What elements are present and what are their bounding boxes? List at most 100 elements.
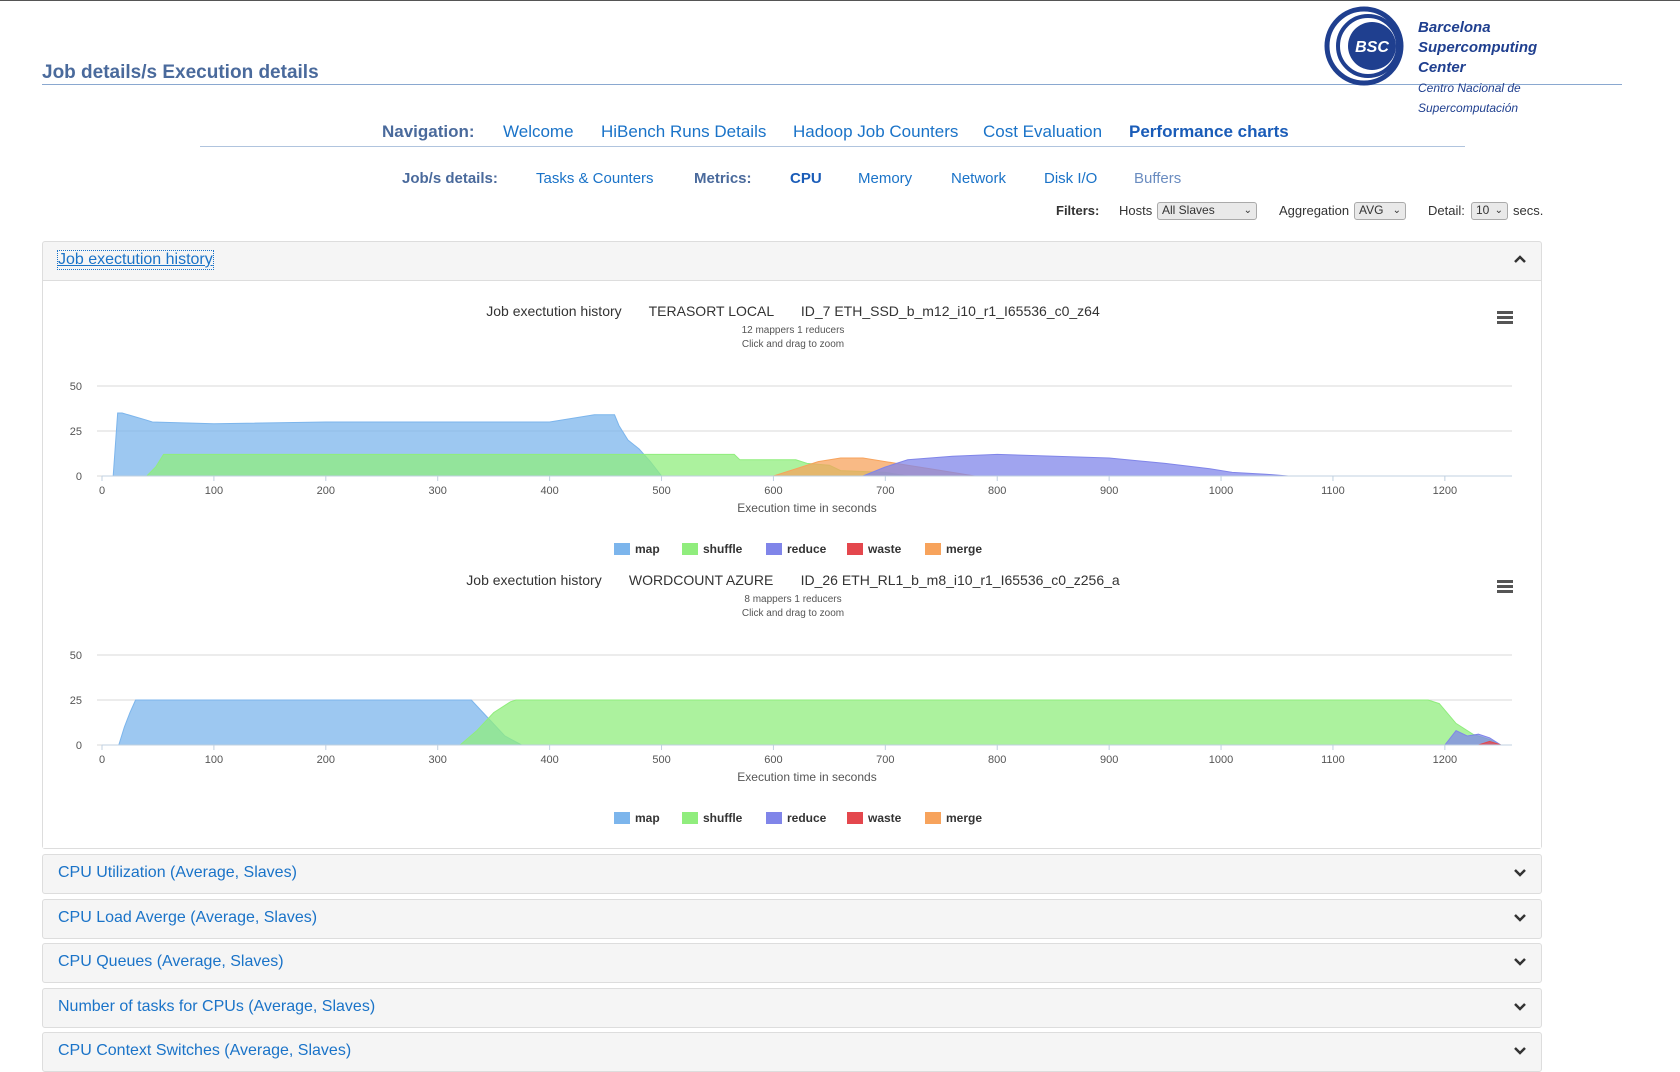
panel-cpu-utilization-title[interactable]: CPU Utilization (Average, Slaves) [58,864,297,882]
detail-unit: secs. [1513,203,1544,218]
x-axis-label: Execution time in seconds [737,770,876,784]
x-tick-label: 900 [1100,485,1118,497]
legend-swatch [614,812,630,824]
chevron-down-icon: ⌄ [1243,205,1252,216]
legend-label: reduce [787,811,827,825]
legend-swatch [847,543,863,555]
chevron-down-icon[interactable] [1513,999,1527,1013]
legend-label: waste [867,811,902,825]
logo-line-3: Center [1418,59,1466,76]
x-tick-label: 100 [205,754,223,766]
panel-cpu-utilization[interactable]: CPU Utilization (Average, Slaves) [42,854,1542,894]
x-tick-label: 800 [988,754,1006,766]
nav-performance-charts[interactable]: Performance charts [1129,122,1289,142]
chevron-down-icon[interactable] [1513,910,1527,924]
panel-cpu-context-switches-title[interactable]: CPU Context Switches (Average, Slaves) [58,1042,351,1060]
metric-cpu[interactable]: CPU [790,170,822,187]
x-tick-label: 800 [988,485,1006,497]
legend-swatch [847,812,863,824]
x-tick-label: 500 [652,485,670,497]
legend-item-shuffle[interactable]: shuffle [682,542,743,556]
panel-job-history-title[interactable]: Job exectution history [57,250,214,270]
panel-job-history: Job exectution history Job exectution hi… [42,241,1542,849]
legend-swatch [766,543,782,555]
legend-swatch [682,812,698,824]
x-tick-label: 0 [99,485,105,497]
aggregation-select[interactable]: AVG ⌄ [1354,202,1406,220]
navigation-label: Navigation: [382,122,475,141]
chart-plot[interactable]: 025500 100 200 300 400 500 600 700 800 900 1000 110… [43,301,1543,561]
panel-cpu-tasks-title[interactable]: Number of tasks for CPUs (Average, Slave… [58,998,375,1016]
bsc-logo: BSC Barcelona Supercomputing Center Cent… [1322,6,1622,115]
legend-item-shuffle[interactable]: shuffle [682,811,743,825]
legend-swatch [614,543,630,555]
x-tick-label: 1100 [1321,754,1345,766]
panel-cpu-load-title[interactable]: CPU Load Averge (Average, Slaves) [58,909,317,927]
chart-terasort[interactable]: Job exectution history TERASORT LOCAL ID… [43,301,1543,561]
hosts-select[interactable]: All Slaves ⌄ [1157,202,1257,220]
x-tick-label: 600 [764,754,782,766]
x-axis-label: Execution time in seconds [737,501,876,515]
panel-cpu-tasks[interactable]: Number of tasks for CPUs (Average, Slave… [42,988,1542,1028]
legend-swatch [682,543,698,555]
legend-label: waste [867,542,902,556]
metric-network[interactable]: Network [951,170,1006,187]
y-tick-label: 0 [76,471,82,483]
panel-job-history-body: Job exectution history TERASORT LOCAL ID… [43,280,1541,848]
x-tick-label: 300 [429,754,447,766]
y-tick-label: 50 [70,650,82,662]
aggregation-select-value: AVG [1359,203,1384,217]
legend-swatch [925,543,941,555]
legend-item-merge[interactable]: merge [925,811,982,825]
nav-hibench-runs[interactable]: HiBench Runs Details [601,122,766,142]
hosts-select-value: All Slaves [1162,203,1215,217]
legend-item-reduce[interactable]: reduce [766,811,827,825]
metric-buffers[interactable]: Buffers [1134,170,1181,187]
metric-memory[interactable]: Memory [858,170,912,187]
filters-bar: Filters: Hosts All Slaves ⌄ Aggregation … [0,202,1680,223]
series-area-shuffle [458,699,1502,746]
legend-item-waste[interactable]: waste [847,542,902,556]
top-border [0,0,1680,1]
metric-disk-io[interactable]: Disk I/O [1044,170,1097,187]
nav-hadoop-counters[interactable]: Hadoop Job Counters [793,122,958,142]
x-tick-label: 200 [317,754,335,766]
chevron-up-icon[interactable] [1513,252,1527,266]
panel-cpu-queues[interactable]: CPU Queues (Average, Slaves) [42,943,1542,983]
panel-cpu-load[interactable]: CPU Load Averge (Average, Slaves) [42,899,1542,939]
chevron-down-icon[interactable] [1513,865,1527,879]
y-tick-label: 50 [70,381,82,393]
chevron-down-icon[interactable] [1513,1043,1527,1057]
x-tick-label: 200 [317,485,335,497]
panel-cpu-queues-title[interactable]: CPU Queues (Average, Slaves) [58,953,284,971]
x-tick-label: 900 [1100,754,1118,766]
legend-item-map[interactable]: map [614,811,660,825]
panel-job-history-header[interactable]: Job exectution history [43,242,1541,280]
legend-label: reduce [787,542,827,556]
nav-welcome[interactable]: Welcome [503,122,574,142]
x-tick-label: 1200 [1433,485,1457,497]
logo-line-1: Barcelona [1418,19,1491,36]
x-tick-label: 0 [99,754,105,766]
chart-plot[interactable]: 025500 100 200 300 400 500 600 700 800 900 1000 110… [43,570,1543,830]
legend-label: shuffle [703,542,743,556]
legend-item-waste[interactable]: waste [847,811,902,825]
nav-cost-evaluation[interactable]: Cost Evaluation [983,122,1102,142]
chevron-down-icon[interactable] [1513,954,1527,968]
detail-select[interactable]: 10 ⌄ [1471,202,1508,220]
y-tick-label: 25 [70,695,82,707]
legend-item-map[interactable]: map [614,542,660,556]
nav-divider [200,146,1465,147]
panel-cpu-context-switches[interactable]: CPU Context Switches (Average, Slaves) [42,1032,1542,1072]
x-tick-label: 1000 [1209,485,1233,497]
x-tick-label: 400 [540,485,558,497]
legend-item-merge[interactable]: merge [925,542,982,556]
aggregation-label: Aggregation [1279,203,1350,218]
legend-item-reduce[interactable]: reduce [766,542,827,556]
legend-swatch [766,812,782,824]
chevron-down-icon: ⌄ [1392,205,1401,216]
chart-wordcount[interactable]: Job exectution history WORDCOUNT AZURE I… [43,570,1543,830]
filters-label: Filters: [1056,203,1100,218]
bsc-mark-text: BSC [1355,39,1389,56]
tasks-counters-link[interactable]: Tasks & Counters [536,170,654,187]
